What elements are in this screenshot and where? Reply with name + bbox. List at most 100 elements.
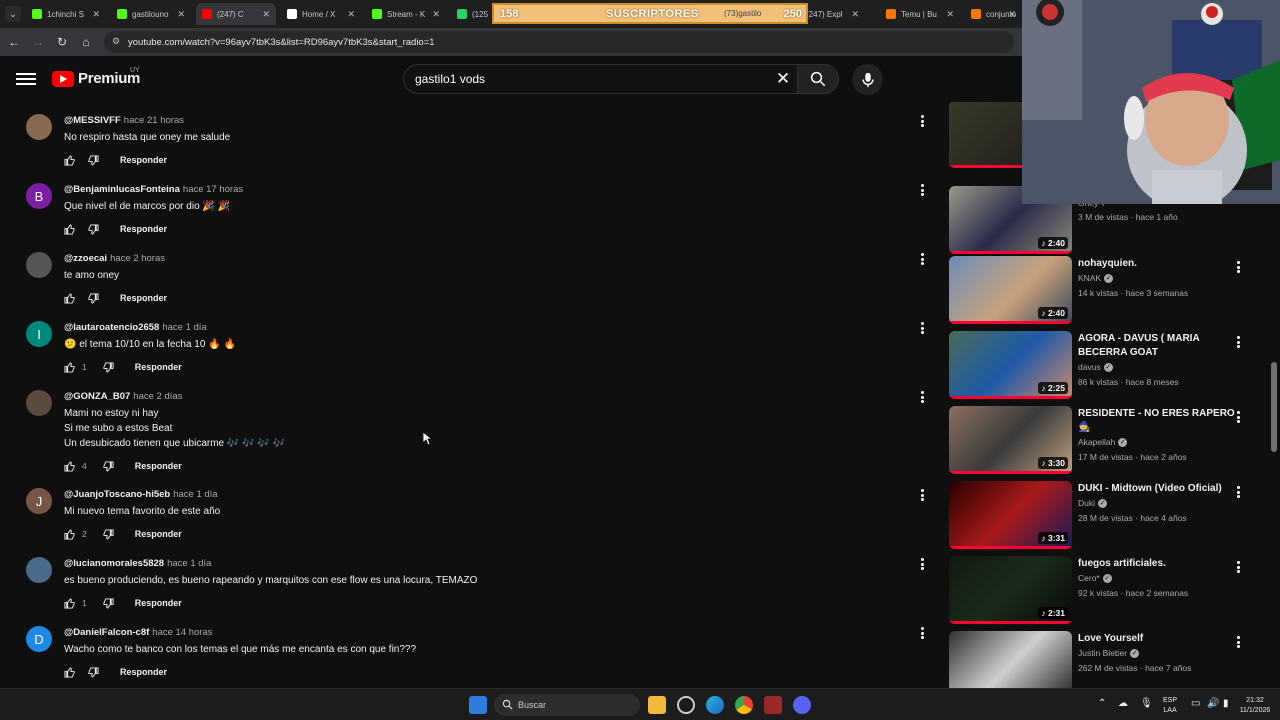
browser-tab[interactable]: Stream - K ✕ — [366, 3, 446, 25]
browser-tab[interactable]: 1chinchi S ✕ — [26, 3, 106, 25]
page-scrollbar[interactable] — [1271, 362, 1277, 452]
tray-network-icon[interactable]: ☁ — [1118, 699, 1128, 709]
avatar[interactable] — [26, 252, 52, 278]
dislike-icon[interactable] — [103, 528, 114, 540]
like-icon[interactable] — [64, 223, 75, 235]
close-tab-icon[interactable]: ✕ — [946, 9, 954, 20]
reply-button[interactable]: Responder — [120, 667, 167, 677]
clear-search-icon[interactable]: ✕ — [774, 70, 792, 88]
video-title[interactable]: AGORA - DAVUS ( MARIA BECERRA GOAT — [1078, 332, 1238, 360]
voice-search-button[interactable] — [852, 64, 883, 95]
video-channel[interactable]: KNAK ✓ — [1078, 273, 1114, 283]
close-tab-icon[interactable]: ✕ — [432, 9, 440, 20]
comment-author[interactable]: @JuanjoToscano-hi5eb — [64, 489, 170, 500]
video-title[interactable]: Love Yourself — [1078, 632, 1238, 646]
comment-more-icon[interactable] — [918, 557, 926, 571]
chrome-browser-icon[interactable] — [735, 696, 753, 714]
video-channel[interactable]: Cero* ✓ — [1078, 573, 1112, 583]
video-more-icon[interactable] — [1235, 261, 1241, 273]
video-channel[interactable]: Duki ✓ — [1078, 498, 1108, 508]
comment-more-icon[interactable] — [918, 488, 926, 502]
comment-author[interactable]: @MESSIVFF — [64, 115, 121, 126]
tray-display-icon[interactable]: ▭ — [1191, 699, 1200, 709]
dislike-icon[interactable] — [88, 292, 99, 304]
reply-button[interactable]: Responder — [120, 155, 167, 165]
avatar[interactable]: I — [26, 321, 52, 347]
language-indicator[interactable]: ESP LAA — [1163, 696, 1177, 716]
comment-author[interactable]: @GONZA_B07 — [64, 391, 130, 402]
video-thumbnail[interactable] — [949, 631, 1072, 692]
comment-author[interactable]: @BenjaminlucasFonteina — [64, 184, 180, 195]
dislike-icon[interactable] — [103, 460, 114, 472]
video-more-icon[interactable] — [1235, 561, 1241, 573]
comment-time[interactable]: hace 2 horas — [110, 253, 165, 264]
recommended-video[interactable]: Love Yourself Justin Bieber ✓ 262 M de vist… — [948, 631, 1248, 692]
home-icon[interactable]: ⌂ — [78, 34, 94, 50]
close-tab-icon[interactable]: ✕ — [177, 9, 185, 20]
comment-time[interactable]: hace 14 horas — [152, 627, 212, 638]
dislike-icon[interactable] — [88, 666, 99, 678]
comment-more-icon[interactable] — [918, 321, 926, 335]
reply-button[interactable]: Responder — [135, 362, 182, 372]
browser-tab[interactable]: Temu | Bu ✕ — [880, 3, 960, 25]
video-thumbnail[interactable]: ♪ 3:31 — [949, 481, 1072, 549]
comment-more-icon[interactable] — [918, 252, 926, 266]
reply-button[interactable]: Responder — [135, 529, 182, 539]
video-more-icon[interactable] — [1235, 486, 1241, 498]
video-more-icon[interactable] — [1235, 636, 1241, 648]
video-title[interactable]: nohayquien. — [1078, 257, 1238, 271]
like-icon[interactable] — [64, 154, 75, 166]
dislike-icon[interactable] — [103, 361, 114, 373]
browser-tab[interactable]: (125 — [451, 3, 491, 25]
like-icon[interactable] — [64, 361, 75, 373]
comment-author[interactable]: @zzoecai — [64, 253, 107, 264]
video-channel[interactable]: davus ✓ — [1078, 362, 1113, 372]
video-thumbnail[interactable]: ♪ 2:31 — [949, 556, 1072, 624]
video-title[interactable]: DUKI - Midtown (Video Oficial) — [1078, 482, 1238, 496]
comment-time[interactable]: hace 21 horas — [124, 115, 184, 126]
tray-battery-icon[interactable]: ▮ — [1223, 699, 1229, 709]
recommended-video[interactable]: ♪ 2:31 fuegos artificiales. Cero* ✓ 92 k vis… — [948, 556, 1248, 624]
browser-tab[interactable]: conjunto ✕ — [965, 3, 1022, 25]
comment-author[interactable]: @lucianomorales5828 — [64, 558, 164, 569]
browser-tab[interactable]: Home / X ✕ — [281, 3, 361, 25]
tray-mic-icon[interactable]: 🎙 — [1140, 699, 1153, 709]
avatar[interactable]: D — [26, 626, 52, 652]
search-button[interactable] — [797, 64, 839, 94]
video-more-icon[interactable] — [1235, 336, 1241, 348]
like-icon[interactable] — [64, 597, 75, 609]
browser-tab[interactable]: gastilouno ✕ — [111, 3, 191, 25]
like-icon[interactable] — [64, 292, 75, 304]
avatar[interactable]: J — [26, 488, 52, 514]
browser-tab[interactable]: (247) C ✕ — [196, 3, 276, 25]
avatar[interactable] — [26, 390, 52, 416]
video-thumbnail[interactable]: ♪ 3:30 — [949, 406, 1072, 474]
video-more-icon[interactable] — [1235, 411, 1241, 423]
comment-more-icon[interactable] — [918, 114, 926, 128]
close-tab-icon[interactable]: ✕ — [347, 9, 355, 20]
dislike-icon[interactable] — [88, 223, 99, 235]
dislike-icon[interactable] — [103, 597, 114, 609]
video-channel[interactable]: Justin Bieber ✓ — [1078, 648, 1140, 658]
discord-icon[interactable] — [793, 696, 811, 714]
file-explorer-icon[interactable] — [648, 696, 666, 714]
video-title[interactable]: fuegos artificiales. — [1078, 557, 1238, 571]
start-windows-icon[interactable] — [469, 696, 487, 714]
site-info-icon[interactable]: ⚙ — [112, 36, 123, 47]
comment-more-icon[interactable] — [918, 626, 926, 640]
comment-time[interactable]: hace 2 días — [133, 391, 182, 402]
reply-button[interactable]: Responder — [120, 293, 167, 303]
close-tab-icon[interactable]: ✕ — [851, 9, 859, 20]
reply-button[interactable]: Responder — [135, 461, 182, 471]
comment-time[interactable]: hace 1 día — [167, 558, 211, 569]
close-tab-icon[interactable]: ✕ — [262, 9, 270, 20]
recommended-video[interactable]: ♪ 3:30 RESIDENTE - NO ERES RAPERO 🧙 Akapel… — [948, 406, 1248, 474]
clock[interactable]: 21:32 11/1/2026 — [1236, 696, 1274, 716]
tray-chevron-icon[interactable]: ⌃ — [1098, 699, 1106, 709]
media-app-icon[interactable] — [764, 696, 782, 714]
comment-more-icon[interactable] — [918, 183, 926, 197]
comment-time[interactable]: hace 1 día — [173, 489, 217, 500]
video-thumbnail[interactable]: ♪ 2:25 — [949, 331, 1072, 399]
tray-volume-icon[interactable]: 🔊 — [1207, 699, 1219, 709]
settings-app-icon[interactable] — [677, 696, 695, 714]
